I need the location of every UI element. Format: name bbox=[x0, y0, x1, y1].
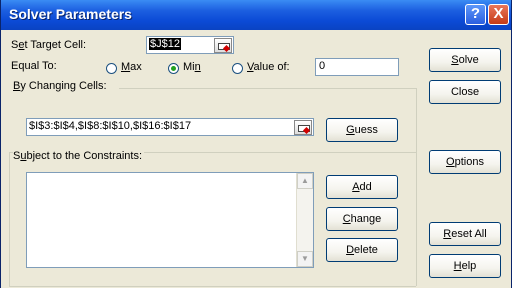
value-of-value: 0 bbox=[319, 60, 326, 72]
help-title-button[interactable]: ? bbox=[465, 4, 486, 25]
question-icon: ? bbox=[470, 5, 481, 22]
radio-max-label: Max bbox=[121, 61, 142, 73]
help-button[interactable]: Help bbox=[429, 254, 501, 278]
radio-value-of[interactable] bbox=[232, 63, 243, 74]
constraints-group-bottom-border bbox=[9, 286, 416, 287]
changing-cells-value: $I$3:$I$4,$I$8:$I$10,$I$16:$I$17 bbox=[29, 120, 192, 132]
title-bar[interactable]: Solver Parameters ? X bbox=[1, 0, 511, 30]
close-button[interactable]: Close bbox=[429, 80, 501, 104]
options-button[interactable]: Options bbox=[429, 150, 501, 174]
close-icon: X bbox=[493, 5, 504, 22]
changing-cells-label: By Changing Cells: bbox=[13, 80, 107, 92]
solver-dialog: Solver Parameters ? X Set Target Cell: $… bbox=[0, 0, 512, 288]
changing-group-top-border bbox=[119, 88, 416, 89]
close-title-button[interactable]: X bbox=[488, 4, 509, 25]
scroll-up-icon[interactable]: ▲ bbox=[297, 173, 313, 189]
radio-value-of-label: Value of: bbox=[247, 61, 290, 73]
constraints-scrollbar[interactable]: ▲ ▼ bbox=[296, 173, 313, 267]
changing-ref-collapse-icon[interactable] bbox=[294, 120, 312, 135]
constraints-group-left-border bbox=[9, 152, 10, 286]
target-cell-input[interactable]: $J$12 bbox=[146, 36, 234, 54]
constraints-listbox[interactable]: ▲ ▼ bbox=[26, 172, 314, 268]
radio-min[interactable] bbox=[168, 63, 179, 74]
target-cell-label: Set Target Cell: bbox=[11, 39, 87, 51]
change-button[interactable]: Change bbox=[326, 207, 398, 231]
changing-cells-input[interactable]: $I$3:$I$4,$I$8:$I$10,$I$16:$I$17 bbox=[26, 118, 314, 136]
target-ref-collapse-icon[interactable] bbox=[214, 38, 232, 53]
add-button[interactable]: Add bbox=[326, 175, 398, 199]
equal-to-label: Equal To: bbox=[11, 60, 57, 72]
radio-min-label: Min bbox=[183, 61, 201, 73]
delete-button[interactable]: Delete bbox=[326, 238, 398, 262]
reset-all-button[interactable]: Reset All bbox=[429, 222, 501, 246]
value-of-input[interactable]: 0 bbox=[315, 58, 399, 76]
solve-button[interactable]: Solve bbox=[429, 48, 501, 72]
group-right-border bbox=[416, 88, 417, 286]
guess-button[interactable]: Guess bbox=[326, 118, 398, 142]
radio-max[interactable] bbox=[106, 63, 117, 74]
window-title: Solver Parameters bbox=[9, 6, 132, 22]
target-cell-value: $J$12 bbox=[149, 38, 181, 50]
scroll-down-icon[interactable]: ▼ bbox=[297, 251, 313, 267]
constraints-label: Subject to the Constraints: bbox=[13, 150, 145, 162]
